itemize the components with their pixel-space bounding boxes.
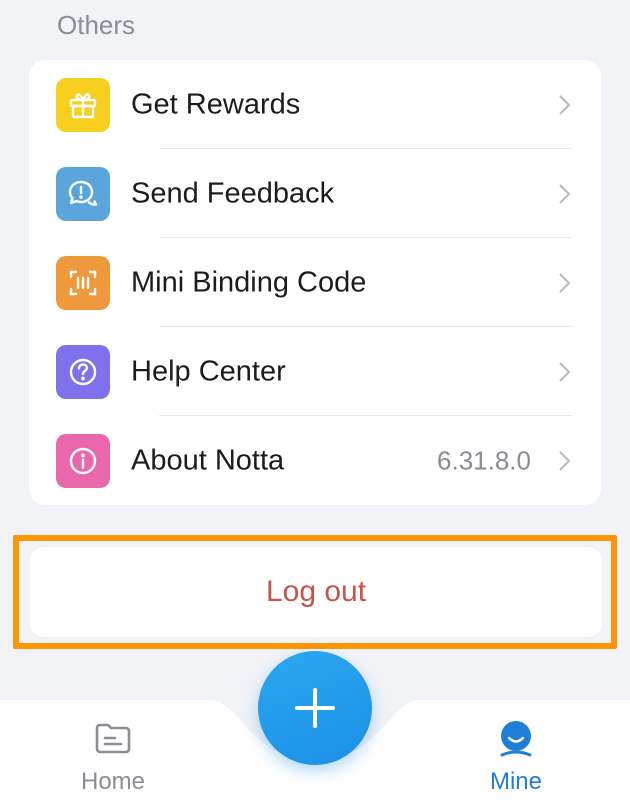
row-mini-binding-code[interactable]: Mini Binding Code [29, 238, 601, 327]
chevron-right-icon [559, 450, 571, 471]
info-icon [56, 434, 110, 488]
others-card: Get Rewards Send Feedback Mini Binding C… [29, 60, 601, 505]
gift-icon [56, 78, 110, 132]
scan-code-icon [56, 256, 110, 310]
chevron-right-icon [559, 272, 571, 293]
tab-home-label: Home [80, 768, 146, 795]
user-icon [500, 721, 532, 757]
row-about-notta[interactable]: About Notta 6.31.8.0 [29, 416, 601, 505]
add-button[interactable] [258, 651, 372, 765]
logout-button[interactable]: Log out [30, 547, 602, 637]
row-send-feedback[interactable]: Send Feedback [29, 149, 601, 238]
row-label: About Notta [131, 444, 285, 476]
folder-icon [95, 723, 131, 754]
app-version: 6.31.8.0 [437, 445, 531, 475]
help-icon [56, 345, 110, 399]
row-label: Help Center [131, 355, 286, 387]
feedback-icon [56, 167, 110, 221]
row-label: Send Feedback [131, 177, 335, 209]
row-get-rewards[interactable]: Get Rewards [29, 60, 601, 149]
tab-mine[interactable]: Mine [446, 718, 586, 804]
chevron-right-icon [559, 183, 571, 204]
row-label: Get Rewards [131, 88, 301, 120]
chevron-right-icon [559, 361, 571, 382]
section-title-others: Others [57, 10, 136, 40]
row-label: Mini Binding Code [131, 266, 367, 298]
tab-mine-label: Mine [489, 768, 543, 795]
plus-icon [295, 688, 335, 728]
row-help-center[interactable]: Help Center [29, 327, 601, 416]
chevron-right-icon [559, 94, 571, 115]
settings-page: Others Get Rewards Send Feedback Mini Bi… [0, 0, 630, 804]
tab-home[interactable]: Home [43, 718, 183, 804]
